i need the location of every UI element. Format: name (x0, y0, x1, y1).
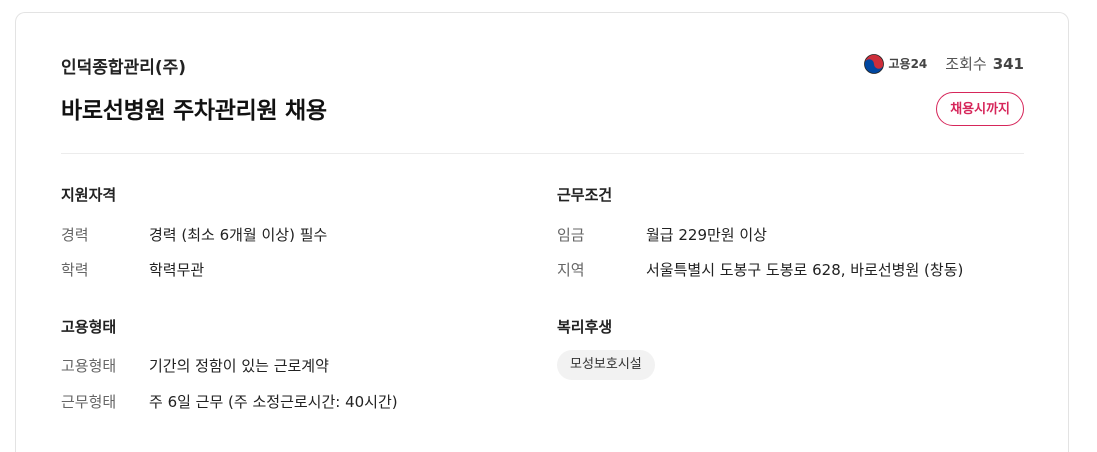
views-count: 341 (992, 54, 1024, 73)
row-value: 월급 229만원 이상 (646, 226, 767, 244)
qualification-row-career: 경력 경력 (최소 6개월 이상) 필수 (61, 224, 327, 245)
row-value: 학력무관 (149, 261, 205, 279)
views-label: 조회수 (945, 55, 987, 73)
source-logo: 고용24 (863, 53, 928, 74)
row-label: 학력 (61, 261, 89, 279)
employment-title: 고용형태 (61, 318, 117, 336)
source-logo-text: 고용24 (888, 57, 928, 71)
views: 조회수 341 (945, 53, 1024, 74)
row-value: 기간의 정함이 있는 근로계약 (149, 357, 329, 375)
source-info: 고용24 조회수 341 (863, 53, 1024, 74)
job-posting-card: 인덕종합관리(주) 바로선병원 주차관리원 채용 고용24 조회수 341 채용… (15, 12, 1069, 452)
condition-row-wage: 임금 월급 229만원 이상 (557, 224, 767, 245)
row-label: 근무형태 (61, 393, 117, 411)
row-value: 경력 (최소 6개월 이상) 필수 (149, 226, 328, 244)
employment-row-type: 고용형태 기간의 정함이 있는 근로계약 (61, 355, 329, 376)
condition-row-region: 지역 서울특별시 도봉구 도봉로 628, 바로선병원 (창동) (557, 259, 963, 280)
taegeuk-icon (863, 53, 884, 74)
conditions-section: 근무조건 (557, 184, 612, 205)
row-value: 주 6일 근무 (주 소정근로시간: 40시간) (149, 393, 398, 411)
company-name[interactable]: 인덕종합관리(주) (61, 53, 186, 78)
employment-row-work: 근무형태 주 6일 근무 (주 소정근로시간: 40시간) (61, 391, 398, 412)
job-title: 바로선병원 주차관리원 채용 (61, 98, 327, 124)
row-label: 지역 (557, 261, 585, 279)
conditions-title: 근무조건 (557, 186, 613, 204)
employment-section: 고용형태 (61, 316, 116, 337)
row-label: 경력 (61, 226, 89, 244)
row-label: 임금 (557, 226, 585, 244)
deadline-button[interactable]: 채용시까지 (936, 92, 1024, 126)
welfare-title: 복리후생 (557, 318, 613, 336)
welfare-chip: 모성보호시설 (557, 350, 655, 380)
divider (61, 153, 1024, 154)
row-label: 고용형태 (61, 357, 117, 375)
row-value: 서울특별시 도봉구 도봉로 628, 바로선병원 (창동) (646, 261, 964, 279)
qualifications-section: 지원자격 (61, 184, 116, 205)
qualifications-title: 지원자격 (61, 186, 117, 204)
qualification-row-education: 학력 학력무관 (61, 259, 204, 280)
welfare-section: 복리후생 (557, 316, 612, 337)
